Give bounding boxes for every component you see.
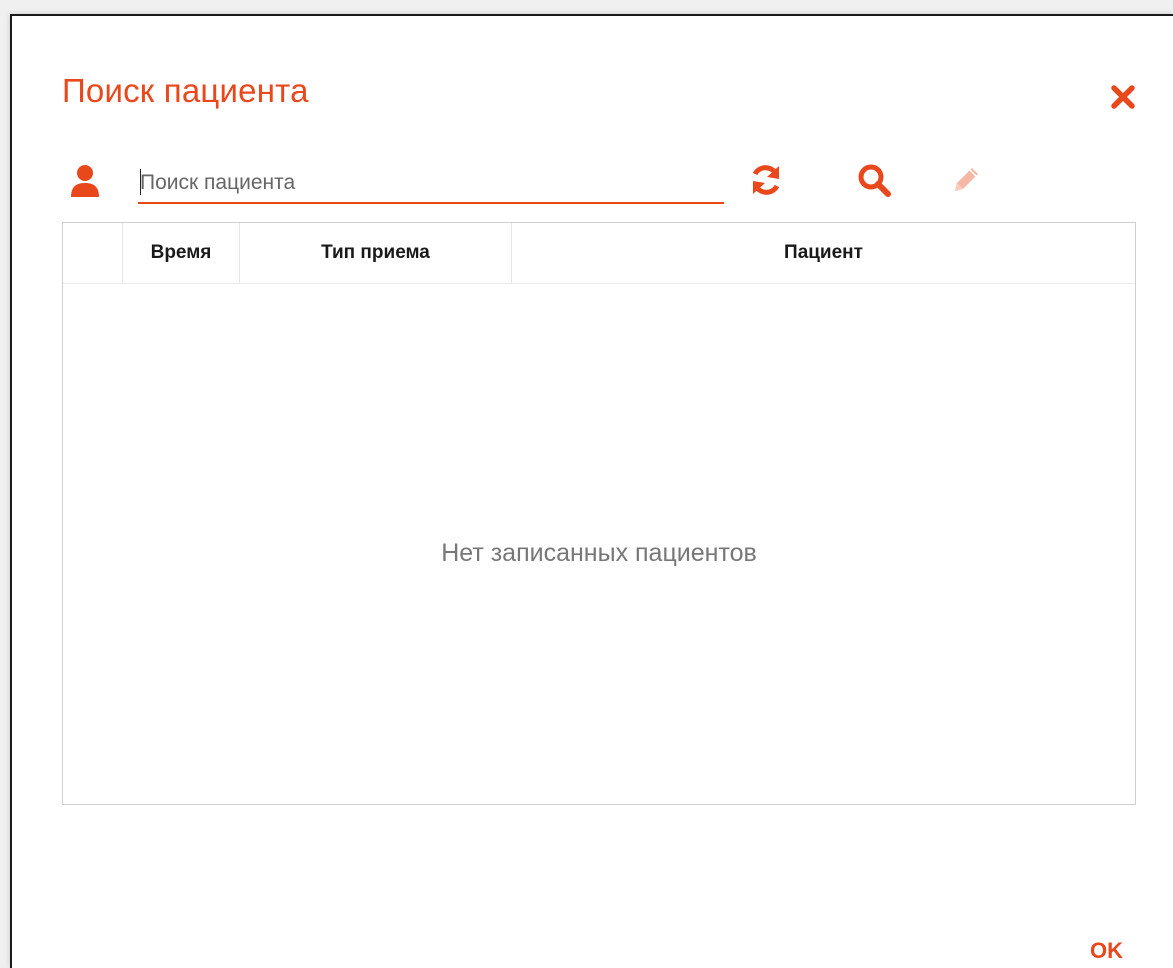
user-icon bbox=[70, 164, 100, 198]
refresh-button[interactable] bbox=[746, 158, 786, 202]
column-header-time[interactable]: Время bbox=[123, 223, 240, 283]
patients-table: Время Тип приема Пациент Нет записанных … bbox=[62, 222, 1136, 805]
close-button[interactable] bbox=[1106, 80, 1140, 114]
edit-button[interactable] bbox=[946, 158, 986, 202]
patient-search-dialog: Поиск пациента Поиск пациента Время Тип … bbox=[10, 14, 1173, 968]
ok-button[interactable]: OK bbox=[1090, 938, 1123, 964]
close-icon bbox=[1111, 85, 1135, 109]
pencil-icon bbox=[955, 168, 978, 191]
dialog-title: Поиск пациента bbox=[62, 72, 309, 109]
column-header-appointment-type[interactable]: Тип приема bbox=[240, 223, 512, 283]
column-header-patient[interactable]: Пациент bbox=[512, 223, 1135, 283]
empty-state-message: Нет записанных пациентов bbox=[441, 539, 757, 567]
refresh-icon bbox=[752, 165, 780, 195]
column-header-select[interactable] bbox=[63, 223, 123, 283]
search-button[interactable] bbox=[854, 158, 894, 202]
table-header: Время Тип приема Пациент bbox=[63, 223, 1135, 284]
search-icon bbox=[858, 164, 891, 197]
patient-search-input[interactable] bbox=[138, 164, 724, 204]
text-cursor bbox=[140, 169, 141, 195]
